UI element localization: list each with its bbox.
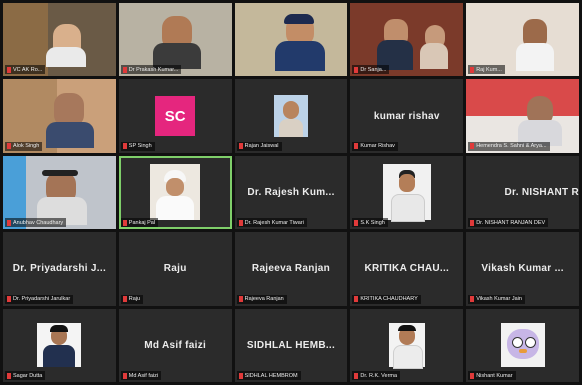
participant-photo [37, 323, 82, 368]
mic-muted-icon [470, 143, 475, 150]
participant-display-name: Raju [163, 263, 187, 275]
participant-tile[interactable]: SC SP Singh [118, 79, 232, 153]
participant-tile[interactable]: VC AK Ro... [3, 3, 116, 77]
participant-tile[interactable]: Vikash Kumar ... Vikash Kumar Jain [466, 232, 579, 306]
participant-tile[interactable]: SIDHLAL HEMB... SIDHLAL HEMBROM [234, 308, 348, 382]
participant-name-label: Alok Singh [5, 141, 43, 151]
participant-name-label: Raju [120, 294, 144, 304]
participant-tile[interactable]: Dr Prakash Kumar... [118, 3, 232, 77]
mic-muted-icon [122, 66, 127, 73]
participant-tile[interactable]: Dr. R.K. Verma [350, 308, 464, 382]
mic-muted-icon [7, 143, 11, 150]
mic-muted-icon [354, 219, 359, 226]
participant-name-label: Dr Sanja... [352, 65, 390, 75]
participant-tile[interactable] [234, 3, 348, 77]
participant-tile[interactable]: Raju Raju [118, 232, 232, 306]
mic-muted-icon [354, 296, 359, 303]
participant-tile[interactable]: Hemendra S. Sahni & Arya... [466, 79, 579, 153]
mic-muted-icon [122, 296, 127, 303]
participant-name-label: Dr Prakash Kumar... [120, 65, 182, 75]
mic-muted-icon [238, 296, 243, 303]
participant-name-label: SIDHLAL HEMBROM [236, 371, 301, 380]
participant-name-label: Hemendra S. Sahni & Arya... [468, 141, 550, 151]
participant-display-name: kumar rishav [373, 110, 440, 122]
mic-muted-icon [354, 66, 359, 73]
mic-muted-icon [470, 372, 475, 379]
participant-tile[interactable]: Dr. Rajesh Kum... Dr. Rajesh Kumar Tiwar… [234, 155, 348, 230]
participant-tile[interactable]: Anubhav Chaudhary [3, 155, 116, 230]
participant-name-label: KRITIKA CHAUDHARY [352, 294, 421, 304]
participant-display-name: KRITIKA CHAU... [364, 263, 450, 275]
participant-tile[interactable]: Md Asif faizi Md Asif faizi [118, 308, 232, 382]
mic-muted-icon [238, 372, 243, 379]
mic-muted-icon [470, 219, 475, 226]
participant-tile[interactable]: Dr. NISHANT R Dr. NISHANT RANJAN DEV [466, 155, 579, 230]
participant-name-label: Rajeeva Ranjan [236, 294, 287, 304]
mic-muted-icon [7, 66, 11, 73]
mic-muted-icon [122, 372, 127, 379]
participant-name-label: S.K Singh [352, 218, 388, 228]
participant-display-name: Dr. NISHANT R [504, 186, 579, 198]
participant-name-label: Anubhav Chaudhary [5, 218, 67, 228]
participant-name-label: Dr. Priyadarshi Jarulkar [5, 294, 74, 304]
participant-tile[interactable]: Dr Sanja... [350, 3, 464, 77]
participant-photo [388, 323, 425, 370]
participant-tile[interactable]: KRITIKA CHAU... KRITIKA CHAUDHARY [350, 232, 464, 306]
participant-name-label: Dr. Rajesh Kumar Tiwari [236, 218, 307, 228]
participant-video [150, 164, 201, 221]
participant-display-name: Vikash Kumar ... [481, 263, 564, 275]
mic-muted-icon [238, 143, 243, 150]
mic-muted-icon [122, 143, 127, 150]
participant-display-name: Md Asif faizi [144, 339, 207, 351]
mic-muted-icon [122, 219, 127, 226]
participant-name-label: Sagar Dutta [5, 371, 46, 380]
participant-avatar-cartoon [500, 323, 545, 368]
participant-name-label: VC AK Ro... [5, 65, 46, 75]
participant-display-name: Dr. Rajesh Kum... [247, 186, 335, 198]
participant-name-label: SP Singh [120, 141, 155, 151]
participant-display-name: Dr. Priyadarshi J... [12, 263, 107, 275]
mic-muted-icon [354, 372, 359, 379]
mic-muted-icon [238, 219, 243, 226]
mic-muted-icon [7, 219, 11, 226]
participant-name-label: Pankaj Pal [120, 218, 159, 228]
participant-tile[interactable]: Sagar Dutta [3, 308, 116, 382]
participant-name-label: Kumar Rishav [352, 141, 398, 151]
participant-tile[interactable]: Rajeeva Ranjan Rajeeva Ranjan [234, 232, 348, 306]
participant-tile-active-speaker[interactable]: Pankaj Pal [118, 155, 232, 230]
participant-name-label: Raj Kum... [468, 65, 505, 75]
participant-avatar: SC [155, 96, 196, 137]
participant-grid: VC AK Ro... Dr Prakash Kumar... Dr Sanja… [3, 3, 579, 382]
participant-name-label: Md Asif faizi [120, 371, 162, 380]
participant-name-label: Dr. R.K. Verma [352, 371, 401, 380]
participant-tile[interactable]: S.K Singh [350, 155, 464, 230]
participant-name-label: Vikash Kumar Jain [468, 294, 525, 304]
mic-muted-icon [470, 66, 475, 73]
participant-display-name: Rajeeva Ranjan [251, 263, 331, 275]
mic-muted-icon [470, 296, 475, 303]
participant-name-label: Nishant Kumar [468, 371, 516, 380]
participant-photo [273, 95, 308, 138]
participant-tile[interactable]: Rajan Jaiswal [234, 79, 348, 153]
mic-muted-icon [7, 372, 11, 379]
participant-name-label: Rajan Jaiswal [236, 141, 282, 151]
participant-photo [382, 164, 431, 223]
participant-display-name: SIDHLAL HEMB... [246, 339, 336, 351]
participant-tile[interactable]: Alok Singh [3, 79, 116, 153]
participant-tile[interactable]: Raj Kum... [466, 3, 579, 77]
mic-muted-icon [7, 296, 11, 303]
participant-tile[interactable]: Nishant Kumar [466, 308, 579, 382]
participant-name-label: Dr. NISHANT RANJAN DEV [468, 218, 549, 228]
participant-tile[interactable]: kumar rishav Kumar Rishav [350, 79, 464, 153]
participant-tile[interactable]: Dr. Priyadarshi J... Dr. Priyadarshi Jar… [3, 232, 116, 306]
mic-muted-icon [354, 143, 359, 150]
